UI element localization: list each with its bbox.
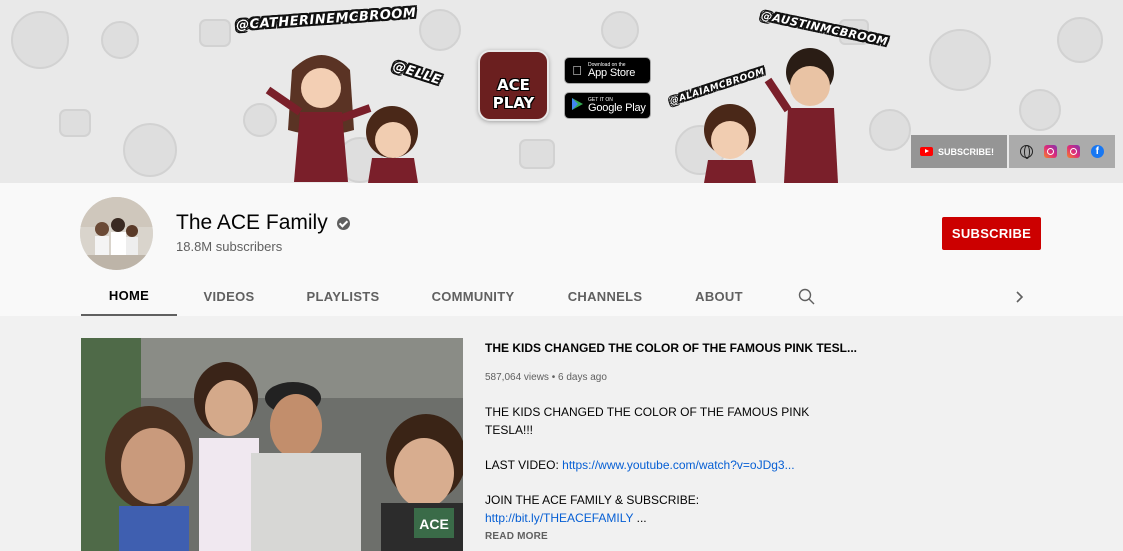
desc-spacer (485, 439, 845, 456)
app-icon-text: ACE PLAY (492, 76, 535, 112)
chevron-right-icon[interactable] (1009, 287, 1029, 307)
verified-icon (336, 216, 350, 230)
subscriber-count: 18.8M subscribers (176, 239, 283, 254)
desc-join-label: JOIN THE ACE FAMILY & SUBSCRIBE: (485, 493, 700, 507)
tab-videos[interactable]: VIDEOS (185, 277, 273, 316)
globe-icon[interactable] (1020, 145, 1034, 159)
instagram-icon[interactable] (1043, 145, 1057, 158)
join-link[interactable]: http://bit.ly/THEACEFAMILY (485, 511, 633, 525)
channel-title: The ACE Family (176, 211, 328, 234)
channel-avatar[interactable] (80, 197, 153, 270)
google-play-big: Google Play (588, 101, 646, 114)
facebook-icon[interactable]: f (1090, 145, 1104, 158)
app-store-big: App Store (588, 66, 636, 79)
tab-about[interactable]: ABOUT (683, 277, 755, 316)
tab-playlists[interactable]: PLAYLISTS (291, 277, 395, 316)
channel-title-row: The ACE Family (176, 211, 350, 235)
desc-line: THE KIDS CHANGED THE COLOR OF THE FAMOUS… (485, 405, 810, 419)
last-video-link[interactable]: https://www.youtube.com/watch?v=oJDg3... (562, 458, 794, 472)
search-icon[interactable] (797, 287, 817, 307)
featured-video-description: THE KIDS CHANGED THE COLOR OF THE FAMOUS… (485, 403, 845, 527)
featured-video-thumbnail[interactable]: ACE (81, 338, 463, 551)
featured-video-title[interactable]: THE KIDS CHANGED THE COLOR OF THE FAMOUS… (485, 341, 857, 355)
tab-channels[interactable]: CHANNELS (555, 277, 655, 316)
channel-tabs: HOME VIDEOS PLAYLISTS COMMUNITY CHANNELS… (81, 277, 1041, 316)
join-link-suffix: ... (633, 511, 647, 525)
channel-header: The ACE Family 18.8M subscribers SUBSCRI… (0, 183, 1123, 316)
read-more-button[interactable]: READ MORE (485, 531, 548, 542)
desc-join: http://bit.ly/THEACEFAMILY ... (485, 509, 845, 527)
google-play-badge: GET IT ON Google Play (564, 92, 651, 119)
featured-video-meta: 587,064 views • 6 days ago (485, 372, 607, 383)
banner-social-links: f (1009, 135, 1115, 168)
subscribe-button[interactable]: SUBSCRIBE (942, 217, 1041, 250)
tab-home[interactable]: HOME (81, 277, 177, 316)
banner-subscribe-label: SUBSCRIBE! (938, 146, 995, 157)
apple-icon:  (570, 63, 584, 78)
google-play-icon (570, 98, 584, 113)
desc-last-video: LAST VIDEO: https://www.youtube.com/watc… (485, 456, 845, 474)
desc-spacer (485, 474, 845, 491)
instagram-icon[interactable] (1067, 145, 1081, 158)
thumb-badge: ACE (419, 516, 449, 532)
youtube-icon (920, 147, 933, 156)
tab-community[interactable]: COMMUNITY (419, 277, 527, 316)
last-video-label: LAST VIDEO: (485, 458, 563, 472)
banner-links: SUBSCRIBE! f (911, 135, 1115, 168)
banner-subscribe-link[interactable]: SUBSCRIBE! (911, 135, 1007, 168)
desc-line: TESLA!!! (485, 423, 534, 437)
channel-banner: @CATHERINEMCBROOM @ELLE @ALAIAMCBROOM @A… (0, 0, 1123, 183)
channel-home-content: ACE THE KIDS CHANGED THE COLOR OF THE FA… (0, 316, 1123, 551)
ace-play-app-icon: ACE PLAY (478, 50, 549, 121)
app-store-badge:  Download on the App Store (564, 57, 651, 84)
